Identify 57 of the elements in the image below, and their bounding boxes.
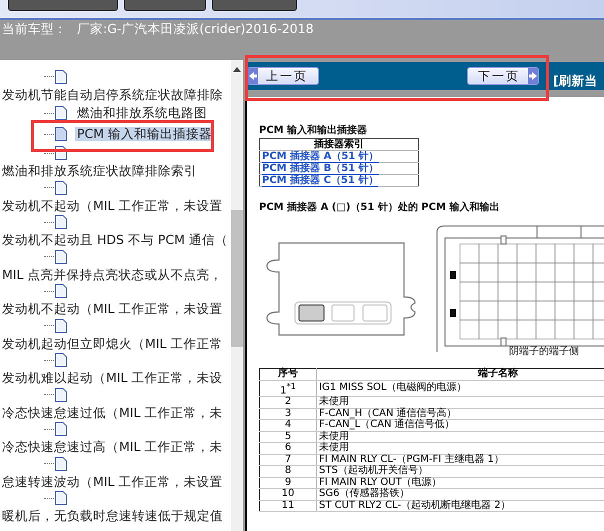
previous-page-button[interactable]: 上一页 [247,67,319,85]
scrollbar[interactable] [231,60,243,531]
column-header: 端子名称 [316,368,604,380]
table-cell: IG1 MISS SOL（电磁阀的电源） [316,380,604,397]
table-cell: 10 [260,488,316,500]
table-cell: 1$^{*1}$ [260,380,316,397]
table-cell: STS（起动机开关信号） [316,466,604,478]
table-cell: ST CUT RLY2 CL-（起动机断电继电器 2） [316,500,604,512]
section-title: PCM 插接器 A (□)（51 针）处的 PCM 输入和输出 [259,202,500,214]
connector-link[interactable]: PCM 插接器 B（51 针） [262,163,379,175]
table-cell: 7 [260,454,316,466]
tree-page[interactable]: 燃油和排放系统电路图 [75,106,209,120]
next-page-button[interactable]: 下一页 [467,67,539,85]
table-cell: 3 [260,408,316,420]
table-cell: F-CAN_H（CAN 通信信号高） [316,408,604,420]
table-cell: 9 [260,477,316,489]
table-cell: 未使用 [316,442,604,454]
table-cell: FI MAIN RLY OUT（电源） [316,477,604,489]
tree-topic[interactable]: 冷态快速怠速过低（MIL 工作正常，未 [0,404,231,420]
tree-topic[interactable]: MIL 点亮并保持点亮状态或从不点亮， [0,266,231,282]
tree-topic[interactable]: 发动机不起动（MIL 工作正常，未设置 [0,196,231,214]
table-cell: F-CAN_L（CAN 通信信号低） [316,420,604,432]
tree-topic[interactable]: 怠速转速波动（MIL 工作正常，未设置 [0,472,231,490]
tree-topic[interactable]: 暖机后，无负载时怠速转速低于规定值 [0,507,231,524]
connector-link[interactable]: PCM 插接器 C（51 针） [262,175,378,187]
arrow-left-icon [248,68,258,84]
toolbar-button[interactable] [8,0,118,11]
scroll-up-arrow-icon[interactable] [233,67,241,72]
table-cell: 8 [260,466,316,478]
table-cell: 4 [260,420,316,432]
table-cell: 6 [260,442,316,454]
column-header: 序号 [260,368,316,380]
toolbar-button[interactable] [212,0,297,11]
table-cell: SG6（传感器搭铁） [316,488,604,500]
table-cell: 未使用 [316,396,604,408]
tree-topic[interactable]: 发动机节能自动启停系统症状故障排除 [0,86,231,102]
tree-topic[interactable]: 燃油和排放系统症状故障排除索引 [0,162,231,179]
table-cell: 11 [260,500,316,512]
vehicle-model: 厂家:G-广汽本田凌派(crider)2016-2018 [77,21,314,37]
vehicle-label: 当前车型： [2,21,67,37]
toolbar-button[interactable] [124,0,206,11]
table-cell: FI MAIN RLY CL-（PGM-FI 主继电器 1） [316,454,604,466]
arrow-right-icon [528,68,538,84]
table-cell: 未使用 [316,431,604,443]
table-cell: 5 [260,431,316,443]
table-header: 插接器索引 [260,138,418,150]
drawing-caption: 阴端子的端子侧 [508,346,580,358]
table-cell: 2 [260,396,316,408]
refresh-link[interactable]: [刷新当 [553,72,598,90]
scrollbar-thumb[interactable] [231,210,243,347]
tree-topic[interactable]: 冷态快速怠速过高（MIL 工作正常，未 [0,438,231,455]
tree-topic[interactable]: 发动机不起动且 HDS 不与 PCM 通信（ [0,231,231,248]
tree-topic[interactable]: 发动机起动但立即熄火（MIL 工作正常 [0,334,231,352]
tree-topic[interactable]: 发动机不起动（MIL 工作正常，未设置 [0,300,231,317]
document-title: PCM 输入和输出插接器 [259,125,368,137]
connector-link[interactable]: PCM 插接器 A（51 针） [262,151,379,163]
tree-topic[interactable]: 发动机难以起动（MIL 工作正常，未设 [0,369,231,386]
